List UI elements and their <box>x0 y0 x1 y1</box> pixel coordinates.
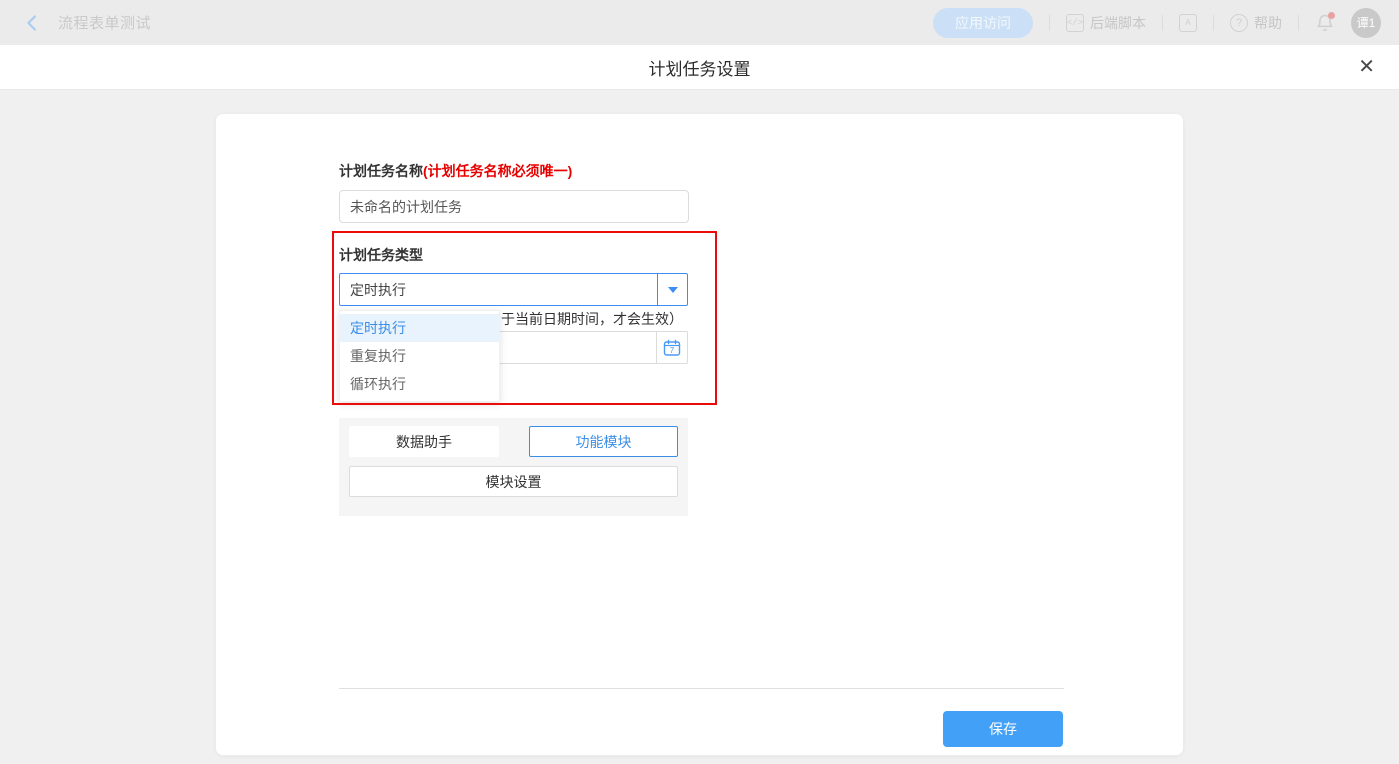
task-name-label: 计划任务名称(计划任务名称必须唯一) <box>339 161 572 181</box>
divider <box>1298 15 1299 31</box>
settings-card: 计划任务名称(计划任务名称必须唯一) 计划任务类型 定时执行 于当前日期时间，才… <box>215 113 1184 756</box>
calendar-icon: 7 <box>663 339 681 357</box>
backend-script-label: 后端脚本 <box>1090 13 1146 33</box>
task-type-select-value: 定时执行 <box>340 274 657 305</box>
footer-divider <box>339 688 1064 689</box>
task-type-select[interactable]: 定时执行 <box>339 273 688 306</box>
app-access-button[interactable]: 应用访问 <box>933 8 1033 38</box>
topbar: 流程表单测试 应用访问 </> 后端脚本 A ? 帮助 谭1 <box>0 0 1399 45</box>
notification-dot <box>1328 12 1335 19</box>
modal-header: 计划任务设置 ✕ <box>0 45 1399 90</box>
close-icon[interactable]: ✕ <box>1358 55 1375 79</box>
task-type-dropdown: 定时执行 重复执行 循环执行 <box>339 310 500 402</box>
help-button[interactable]: ? 帮助 <box>1230 13 1282 33</box>
divider <box>1049 15 1050 31</box>
notification-bell-icon[interactable] <box>1315 13 1335 33</box>
task-name-required-hint: (计划任务名称必须唯一) <box>423 163 572 179</box>
function-module-button[interactable]: 功能模块 <box>529 426 678 457</box>
language-icon: A <box>1179 14 1197 32</box>
dropdown-option-loop[interactable]: 循环执行 <box>340 370 499 398</box>
modal-title: 计划任务设置 <box>649 55 751 80</box>
dropdown-option-repeat[interactable]: 重复执行 <box>340 342 499 370</box>
task-name-input[interactable] <box>339 190 689 223</box>
avatar[interactable]: 谭1 <box>1351 8 1381 38</box>
divider <box>1162 15 1163 31</box>
backend-script-button[interactable]: </> 后端脚本 <box>1066 13 1146 33</box>
save-button[interactable]: 保存 <box>943 711 1063 747</box>
task-type-label: 计划任务类型 <box>339 245 423 265</box>
dropdown-option-timed[interactable]: 定时执行 <box>340 314 499 342</box>
modal-body: 计划任务名称(计划任务名称必须唯一) 计划任务类型 定时执行 于当前日期时间，才… <box>0 91 1399 764</box>
module-settings-button[interactable]: 模块设置 <box>349 466 678 497</box>
chevron-down-icon <box>668 287 678 293</box>
select-arrow-button[interactable] <box>657 274 687 305</box>
divider <box>1213 15 1214 31</box>
calendar-button[interactable]: 7 <box>656 332 687 363</box>
language-button[interactable]: A <box>1179 14 1197 32</box>
code-icon: </> <box>1066 14 1084 32</box>
help-icon: ? <box>1230 14 1248 32</box>
page-title: 流程表单测试 <box>58 12 151 33</box>
date-hint-text: 于当前日期时间，才会生效） <box>501 309 683 329</box>
back-chevron-icon[interactable] <box>22 12 44 34</box>
help-label: 帮助 <box>1254 13 1282 33</box>
data-assistant-button[interactable]: 数据助手 <box>349 426 499 457</box>
svg-text:7: 7 <box>670 346 675 355</box>
